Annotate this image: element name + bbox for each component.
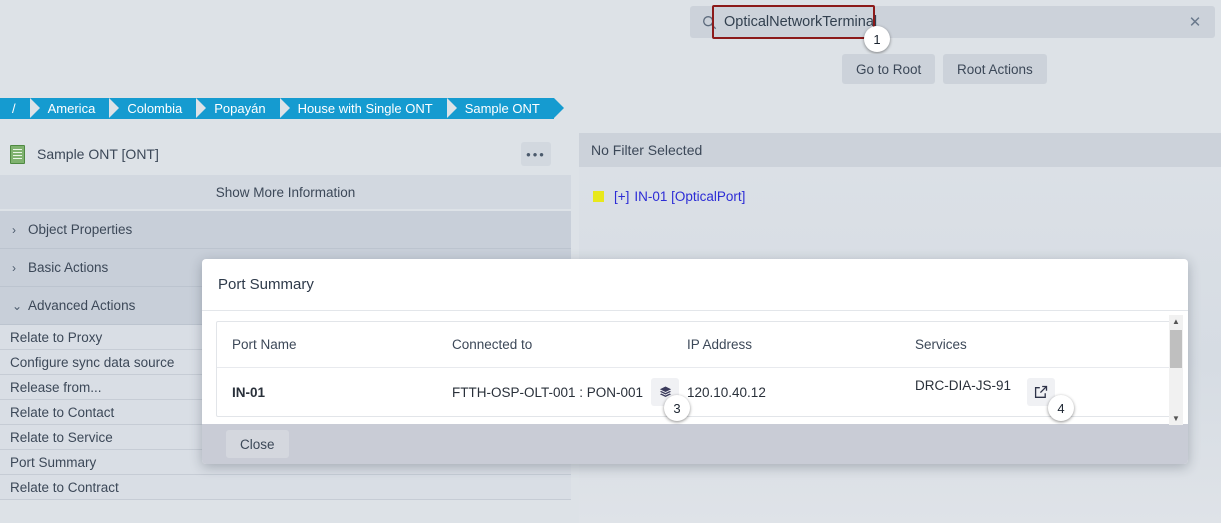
search-bar[interactable]: ✕ — [690, 6, 1215, 38]
object-header: Sample ONT [ONT] ••• — [0, 133, 571, 175]
show-more-information-button[interactable]: Show More Information — [0, 175, 571, 209]
chevron-right-icon: › — [12, 260, 16, 275]
breadcrumb-item-2[interactable]: Colombia — [109, 98, 207, 119]
action-item-label: Release from... — [10, 379, 102, 395]
tree-item-optical-port[interactable]: [+] IN-01 [OpticalPort] — [593, 189, 1221, 204]
scroll-down-arrow[interactable]: ▼ — [1169, 412, 1183, 425]
dialog-scrollbar[interactable]: ▲ ▼ — [1169, 315, 1183, 425]
action-item-label: Relate to Service — [10, 429, 113, 445]
table-row: IN-01 FTTH-OSP-OLT-001 : PON-001 120.10.… — [217, 368, 1170, 416]
cell-ip-address: 120.10.40.12 — [687, 384, 766, 400]
accordion-section-label: Basic Actions — [28, 260, 109, 275]
dialog-title: Port Summary — [202, 259, 1188, 311]
cell-connected-to: FTTH-OSP-OLT-001 : PON-001 — [452, 378, 687, 406]
breadcrumb-item-label: House with Single ONT — [297, 101, 433, 116]
breadcrumb-item-3[interactable]: Popayán — [196, 98, 290, 119]
object-overflow-menu-button[interactable]: ••• — [521, 142, 551, 166]
column-header-ip-address: IP Address — [687, 337, 753, 352]
page-title: Sample ONT [ONT] — [37, 146, 159, 162]
chevron-right-icon: › — [12, 222, 16, 237]
annotation-badge-1: 1 — [864, 26, 890, 52]
column-header-services: Services — [915, 337, 967, 352]
action-item-label: Port Summary — [10, 454, 97, 470]
annotation-badge-4: 4 — [1048, 395, 1074, 421]
dialog-footer: Close — [202, 424, 1188, 464]
top-bar: ✕ 1 — [0, 0, 1221, 52]
cell-services: DRC-DIA-JS-91 — [915, 378, 1155, 406]
breadcrumb-item-1[interactable]: America — [29, 98, 119, 119]
breadcrumb-item-0[interactable]: / — [0, 98, 40, 119]
search-input[interactable] — [722, 7, 1175, 37]
scrollbar-thumb[interactable] — [1170, 330, 1182, 368]
breadcrumb-item-label: / — [12, 101, 16, 116]
filter-label: No Filter Selected — [591, 142, 703, 158]
breadcrumb: / America Colombia Popayán House with Single… — [0, 98, 564, 119]
breadcrumb-item-label: Colombia — [127, 101, 183, 116]
breadcrumb-item-label: Popayán — [214, 101, 266, 116]
accordion-section-label: Object Properties — [28, 222, 133, 237]
chevron-down-icon: ⌄ — [12, 298, 23, 313]
column-header-port-name: Port Name — [232, 337, 297, 352]
annotation-badge-3: 3 — [664, 395, 690, 421]
action-item-relate-to-contract[interactable]: Relate to Contract — [0, 475, 571, 500]
table-header-row: Port Name Connected to IP Address Servic… — [217, 322, 1170, 368]
accordion-section-0[interactable]: › Object Properties — [0, 211, 571, 249]
cell-port-name: IN-01 — [232, 384, 266, 400]
go-to-root-button[interactable]: Go to Root — [842, 54, 936, 84]
breadcrumb-item-label: Sample ONT — [464, 101, 540, 116]
close-button[interactable]: Close — [226, 430, 289, 458]
action-item-label: Configure sync data source — [10, 354, 175, 370]
tree-item-label[interactable]: IN-01 [OpticalPort] — [634, 189, 745, 204]
tree-expander[interactable]: [+] — [614, 189, 629, 204]
search-icon — [696, 15, 722, 30]
scroll-up-arrow[interactable]: ▲ — [1169, 315, 1183, 328]
status-swatch-icon — [593, 191, 604, 202]
dialog-body: Port Name Connected to IP Address Servic… — [202, 311, 1188, 425]
accordion-section-label: Advanced Actions — [28, 298, 136, 313]
action-item-label: Relate to Proxy — [10, 329, 103, 345]
port-summary-dialog: Port Summary Port Name Connected to IP A… — [202, 259, 1188, 464]
root-actions-button[interactable]: Root Actions — [943, 54, 1047, 84]
action-item-label: Relate to Contract — [10, 479, 119, 495]
rack-icon — [10, 144, 25, 164]
filter-bar[interactable]: No Filter Selected — [579, 133, 1221, 167]
breadcrumb-item-label: America — [47, 101, 96, 116]
breadcrumb-item-5[interactable]: Sample ONT — [446, 98, 564, 119]
action-item-label: Relate to Contact — [10, 404, 115, 420]
services-text: DRC-DIA-JS-91 — [915, 378, 1012, 393]
column-header-connected-to: Connected to — [452, 337, 533, 352]
clear-search-icon[interactable]: ✕ — [1175, 7, 1215, 37]
port-summary-table: Port Name Connected to IP Address Servic… — [216, 321, 1171, 417]
connected-to-text: FTTH-OSP-OLT-001 : PON-001 — [452, 384, 644, 400]
root-actions-row: Go to Root Root Actions — [0, 52, 1221, 86]
breadcrumb-item-4[interactable]: House with Single ONT — [279, 98, 457, 119]
